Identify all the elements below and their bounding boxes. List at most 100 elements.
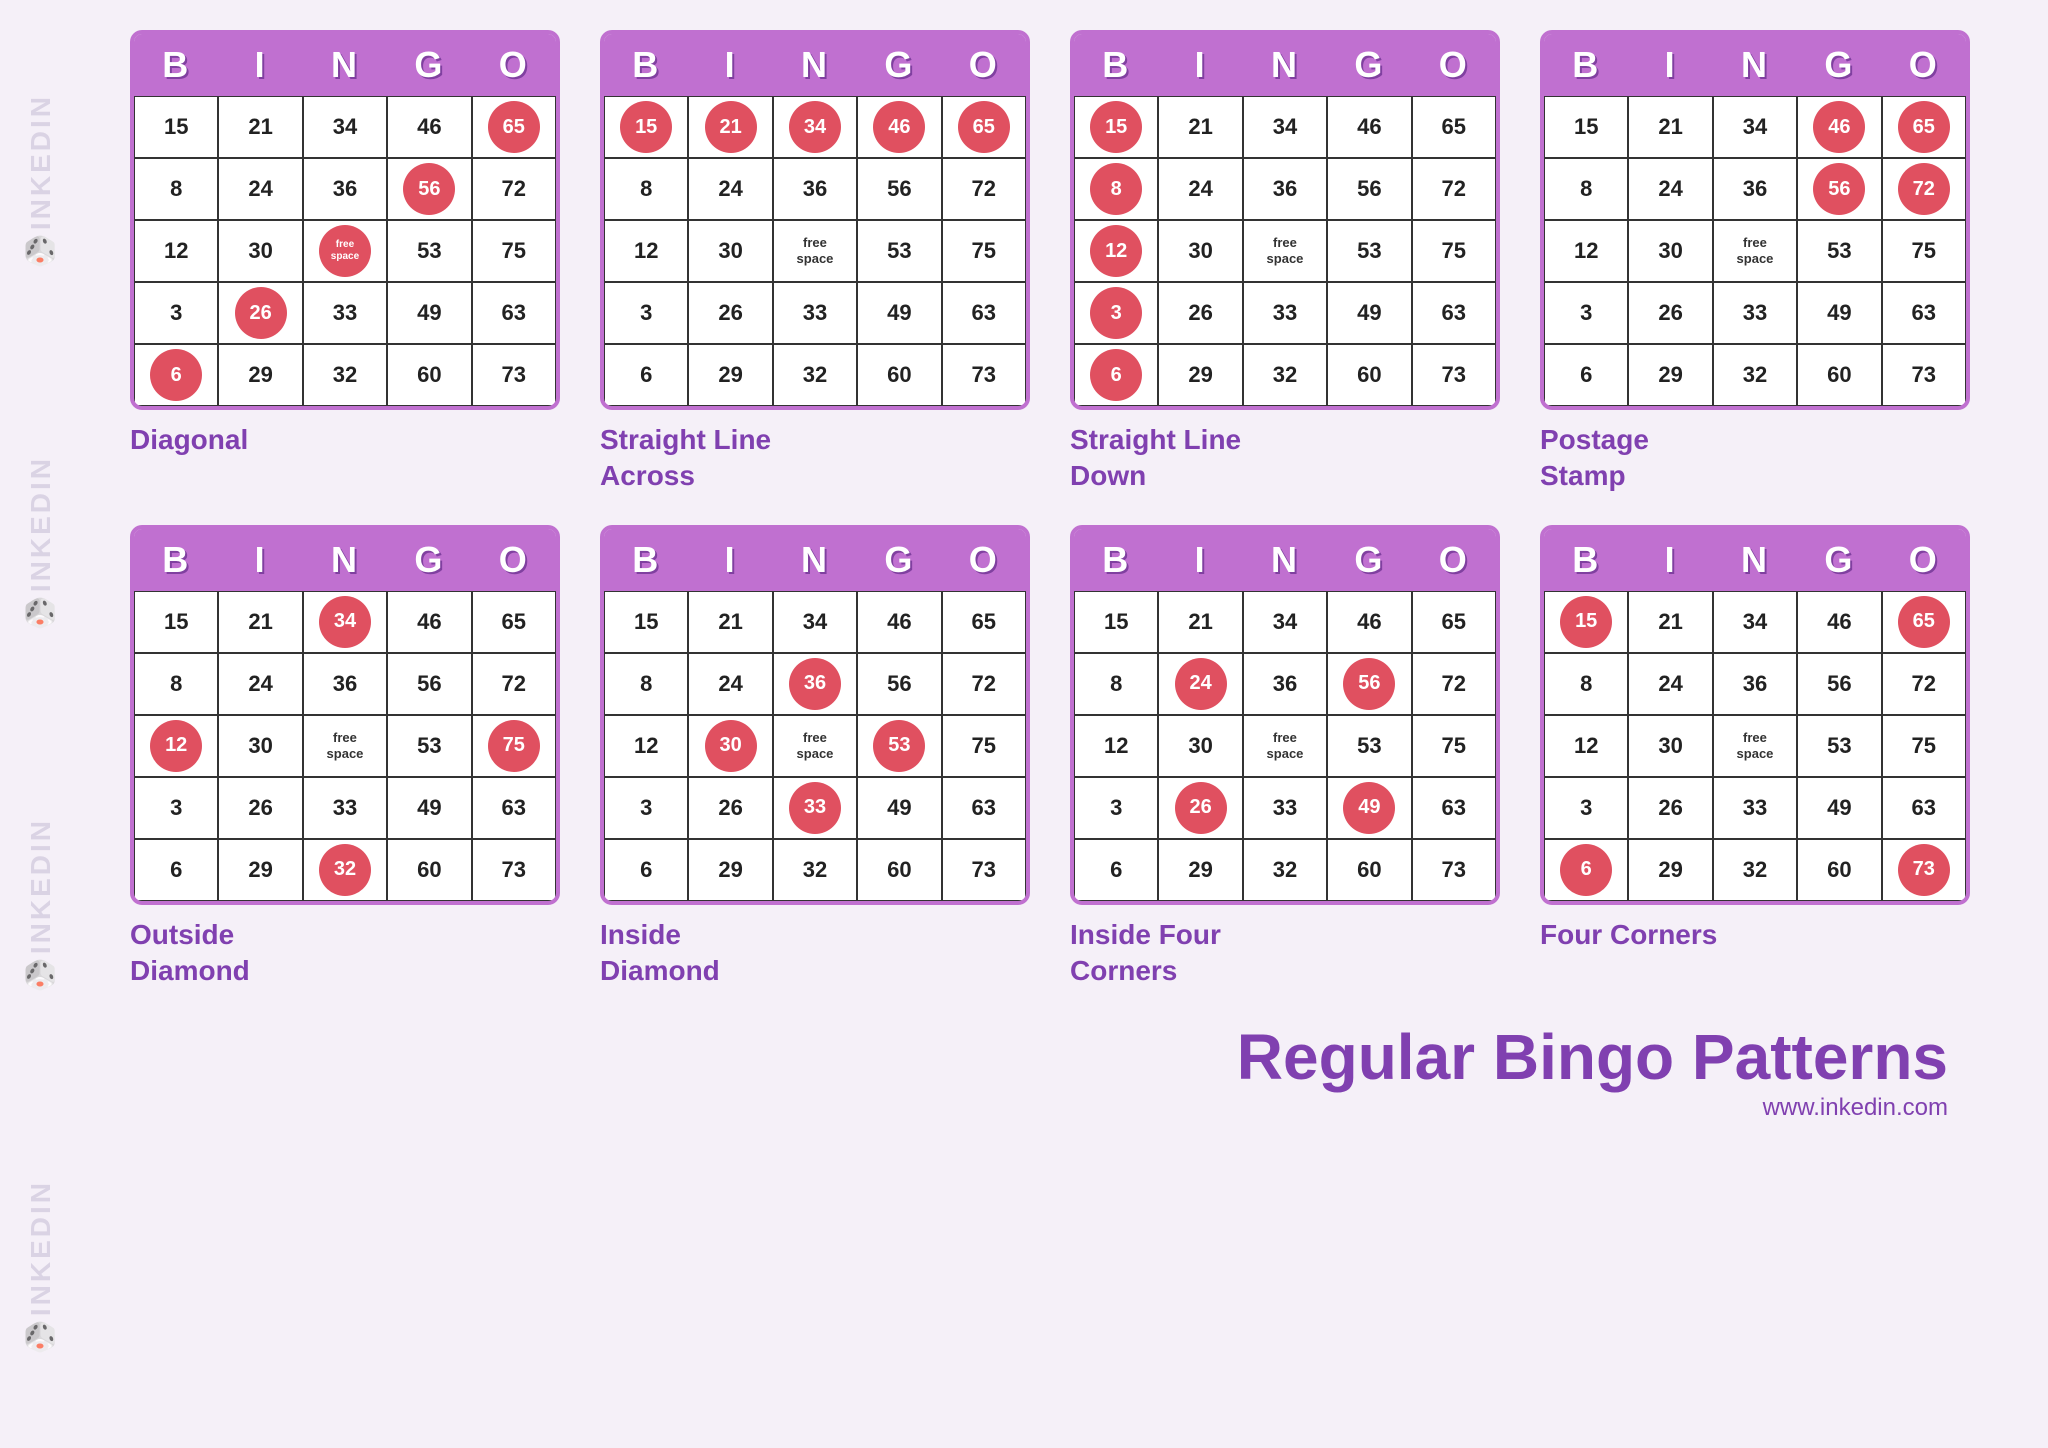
bingo-cell-diagonal-r3c4: 63 xyxy=(472,282,556,344)
bingo-cell-straight-line-across-r1c1: 24 xyxy=(688,158,772,220)
bingo-header-postage-stamp: BINGO xyxy=(1544,34,1966,96)
cards-row-2: BINGO15213446658243656721230freespace537… xyxy=(130,525,2008,990)
bingo-cell-inside-diamond-r3c2: 33 xyxy=(773,777,857,839)
marked-circle: 72 xyxy=(1898,163,1950,215)
bingo-cell-outside-diamond-r3c4: 63 xyxy=(472,777,556,839)
header-letter-B: B xyxy=(134,36,218,94)
bingo-cell-inside-diamond-r4c3: 60 xyxy=(857,839,941,901)
bingo-cell-outside-diamond-r2c3: 53 xyxy=(387,715,471,777)
header-letter-I: I xyxy=(1158,531,1242,589)
bingo-cell-inside-diamond-r1c0: 8 xyxy=(604,653,688,715)
bingo-cell-straight-line-across-r1c2: 36 xyxy=(773,158,857,220)
bingo-cell-postage-stamp-r0c2: 34 xyxy=(1713,96,1797,158)
main-content: BINGO15213446658243656721230freespace537… xyxy=(90,0,2048,1172)
card-wrapper-four-corners: BINGO15213446658243656721230freespace537… xyxy=(1540,525,1970,953)
bingo-cell-diagonal-r4c4: 73 xyxy=(472,344,556,406)
marked-circle: 24 xyxy=(1175,658,1227,710)
card-label-inside-diamond: InsideDiamond xyxy=(600,917,720,990)
bingo-cell-diagonal-r0c2: 34 xyxy=(303,96,387,158)
bingo-cell-inside-diamond-r4c4: 73 xyxy=(942,839,1026,901)
bingo-cell-straight-line-down-r2c4: 75 xyxy=(1412,220,1496,282)
bingo-cell-straight-line-across-r4c2: 32 xyxy=(773,344,857,406)
bingo-cell-postage-stamp-r4c0: 6 xyxy=(1544,344,1628,406)
bingo-cell-postage-stamp-r2c2: freespace xyxy=(1713,220,1797,282)
bingo-cell-postage-stamp-r2c3: 53 xyxy=(1797,220,1881,282)
bingo-cell-postage-stamp-r2c0: 12 xyxy=(1544,220,1628,282)
watermark-text-4: 🎲INKEDIN xyxy=(24,1180,57,1353)
bingo-cell-straight-line-down-r1c3: 56 xyxy=(1327,158,1411,220)
bingo-cell-outside-diamond-r4c0: 6 xyxy=(134,839,218,901)
header-letter-B: B xyxy=(134,531,218,589)
marked-circle: 65 xyxy=(1898,596,1950,648)
bingo-cell-straight-line-across-r3c2: 33 xyxy=(773,282,857,344)
bingo-cell-four-corners-r1c3: 56 xyxy=(1797,653,1881,715)
bingo-cell-inside-four-corners-r3c2: 33 xyxy=(1243,777,1327,839)
bingo-cell-postage-stamp-r2c4: 75 xyxy=(1882,220,1966,282)
bingo-cell-four-corners-r2c4: 75 xyxy=(1882,715,1966,777)
bingo-cell-straight-line-down-r0c3: 46 xyxy=(1327,96,1411,158)
bingo-grid-inside-four-corners: 15213446658243656721230freespace53753263… xyxy=(1074,591,1496,901)
bingo-cell-straight-line-down-r3c3: 49 xyxy=(1327,282,1411,344)
card-label-diagonal: Diagonal xyxy=(130,422,248,458)
bingo-cell-four-corners-r0c1: 21 xyxy=(1628,591,1712,653)
bingo-cell-straight-line-down-r3c2: 33 xyxy=(1243,282,1327,344)
bingo-cell-diagonal-r1c3: 56 xyxy=(387,158,471,220)
header-letter-N: N xyxy=(303,531,387,589)
bingo-cell-postage-stamp-r1c3: 56 xyxy=(1797,158,1881,220)
header-letter-N: N xyxy=(773,36,857,94)
bingo-cell-diagonal-r4c0: 6 xyxy=(134,344,218,406)
bingo-cell-diagonal-r1c4: 72 xyxy=(472,158,556,220)
bingo-cell-straight-line-down-r4c2: 32 xyxy=(1243,344,1327,406)
cards-row-1: BINGO15213446658243656721230freespace537… xyxy=(130,30,2008,495)
header-letter-O: O xyxy=(1882,531,1966,589)
bingo-cell-straight-line-down-r1c4: 72 xyxy=(1412,158,1496,220)
bingo-cell-outside-diamond-r3c0: 3 xyxy=(134,777,218,839)
bingo-cell-inside-four-corners-r0c3: 46 xyxy=(1327,591,1411,653)
bingo-header-straight-line-down: BINGO xyxy=(1074,34,1496,96)
bingo-cell-outside-diamond-r4c4: 73 xyxy=(472,839,556,901)
bingo-cell-inside-diamond-r2c2: freespace xyxy=(773,715,857,777)
header-letter-O: O xyxy=(472,36,556,94)
bingo-cell-diagonal-r2c4: 75 xyxy=(472,220,556,282)
bingo-cell-inside-four-corners-r4c0: 6 xyxy=(1074,839,1158,901)
marked-circle: 65 xyxy=(488,101,540,153)
bingo-grid-outside-diamond: 15213446658243656721230freespace53753263… xyxy=(134,591,556,901)
bingo-cell-inside-four-corners-r0c1: 21 xyxy=(1158,591,1242,653)
bingo-cell-straight-line-down-r0c0: 15 xyxy=(1074,96,1158,158)
bingo-cell-postage-stamp-r1c2: 36 xyxy=(1713,158,1797,220)
card-label-four-corners: Four Corners xyxy=(1540,917,1717,953)
bingo-cell-four-corners-r0c2: 34 xyxy=(1713,591,1797,653)
bingo-cell-postage-stamp-r3c3: 49 xyxy=(1797,282,1881,344)
header-letter-I: I xyxy=(1158,36,1242,94)
bingo-cell-straight-line-across-r4c0: 6 xyxy=(604,344,688,406)
bingo-cell-straight-line-down-r2c2: freespace xyxy=(1243,220,1327,282)
bingo-card-straight-line-down: BINGO15213446658243656721230freespace537… xyxy=(1070,30,1500,410)
bingo-cell-straight-line-down-r4c1: 29 xyxy=(1158,344,1242,406)
bingo-cell-postage-stamp-r2c1: 30 xyxy=(1628,220,1712,282)
marked-circle: freespace xyxy=(319,225,371,277)
bingo-cell-diagonal-r2c1: 30 xyxy=(218,220,302,282)
marked-circle: 46 xyxy=(1813,101,1865,153)
card-wrapper-postage-stamp: BINGO15213446658243656721230freespace537… xyxy=(1540,30,1970,495)
bingo-cell-four-corners-r1c2: 36 xyxy=(1713,653,1797,715)
header-letter-G: G xyxy=(387,531,471,589)
bingo-cell-straight-line-down-r2c0: 12 xyxy=(1074,220,1158,282)
marked-circle: 34 xyxy=(319,596,371,648)
bingo-cell-inside-diamond-r1c4: 72 xyxy=(942,653,1026,715)
header-letter-N: N xyxy=(1713,531,1797,589)
bingo-cell-inside-diamond-r2c0: 12 xyxy=(604,715,688,777)
bingo-cell-postage-stamp-r1c4: 72 xyxy=(1882,158,1966,220)
bingo-cell-inside-diamond-r4c2: 32 xyxy=(773,839,857,901)
bingo-cell-inside-four-corners-r3c0: 3 xyxy=(1074,777,1158,839)
bingo-cell-postage-stamp-r1c0: 8 xyxy=(1544,158,1628,220)
bingo-cell-inside-diamond-r1c2: 36 xyxy=(773,653,857,715)
bingo-cell-inside-four-corners-r2c0: 12 xyxy=(1074,715,1158,777)
bingo-cell-inside-four-corners-r2c3: 53 xyxy=(1327,715,1411,777)
bingo-header-diagonal: BINGO xyxy=(134,34,556,96)
header-letter-B: B xyxy=(1544,531,1628,589)
bingo-cell-outside-diamond-r1c2: 36 xyxy=(303,653,387,715)
bingo-cell-inside-diamond-r2c4: 75 xyxy=(942,715,1026,777)
bingo-cell-four-corners-r0c3: 46 xyxy=(1797,591,1881,653)
header-letter-G: G xyxy=(1797,531,1881,589)
bingo-cell-postage-stamp-r0c1: 21 xyxy=(1628,96,1712,158)
